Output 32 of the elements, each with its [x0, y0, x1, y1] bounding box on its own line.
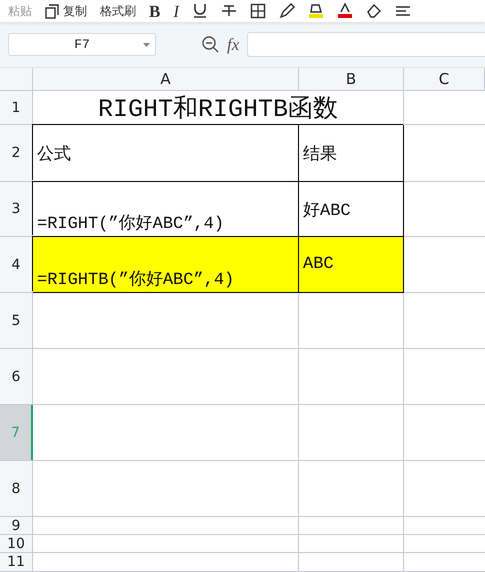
- row-header[interactable]: 10: [0, 535, 33, 552]
- italic-button[interactable]: I: [173, 2, 180, 20]
- toolbar-button[interactable]: 格式刷: [100, 5, 136, 17]
- underline-icon[interactable]: [192, 3, 208, 19]
- dropdown-icon: [143, 43, 150, 47]
- row-header[interactable]: 11: [0, 553, 33, 571]
- formula-input[interactable]: [247, 32, 485, 57]
- border-icon[interactable]: [250, 3, 266, 19]
- table-cell: ABC: [299, 237, 404, 292]
- zoom-out-icon[interactable]: [202, 36, 219, 53]
- toolbar-button[interactable]: 复制: [45, 4, 87, 18]
- row-header[interactable]: 2: [0, 125, 33, 181]
- column-header[interactable]: C: [404, 68, 485, 90]
- strikethrough-icon[interactable]: [221, 3, 238, 19]
- table-cell: =RIGHTB(”你好ABC”,4): [33, 237, 299, 292]
- function-label[interactable]: fx: [227, 34, 240, 54]
- bold-button[interactable]: B: [149, 2, 160, 20]
- row-header[interactable]: 3: [0, 182, 33, 236]
- column-header[interactable]: A: [33, 68, 299, 90]
- row-header[interactable]: 9: [0, 517, 33, 534]
- column-header[interactable]: B: [299, 68, 404, 90]
- row-header[interactable]: 4: [0, 237, 33, 292]
- row-header[interactable]: 8: [0, 461, 33, 516]
- font-color-icon[interactable]: [337, 3, 354, 19]
- fill-color-icon[interactable]: [308, 3, 324, 19]
- row-header[interactable]: 5: [0, 293, 33, 348]
- name-box[interactable]: F7: [8, 33, 156, 56]
- pen-icon[interactable]: [279, 3, 296, 19]
- eraser-icon[interactable]: [366, 3, 382, 19]
- copy-icon: [45, 4, 60, 18]
- row-header[interactable]: 1: [0, 91, 33, 124]
- row-header[interactable]: 6: [0, 349, 33, 404]
